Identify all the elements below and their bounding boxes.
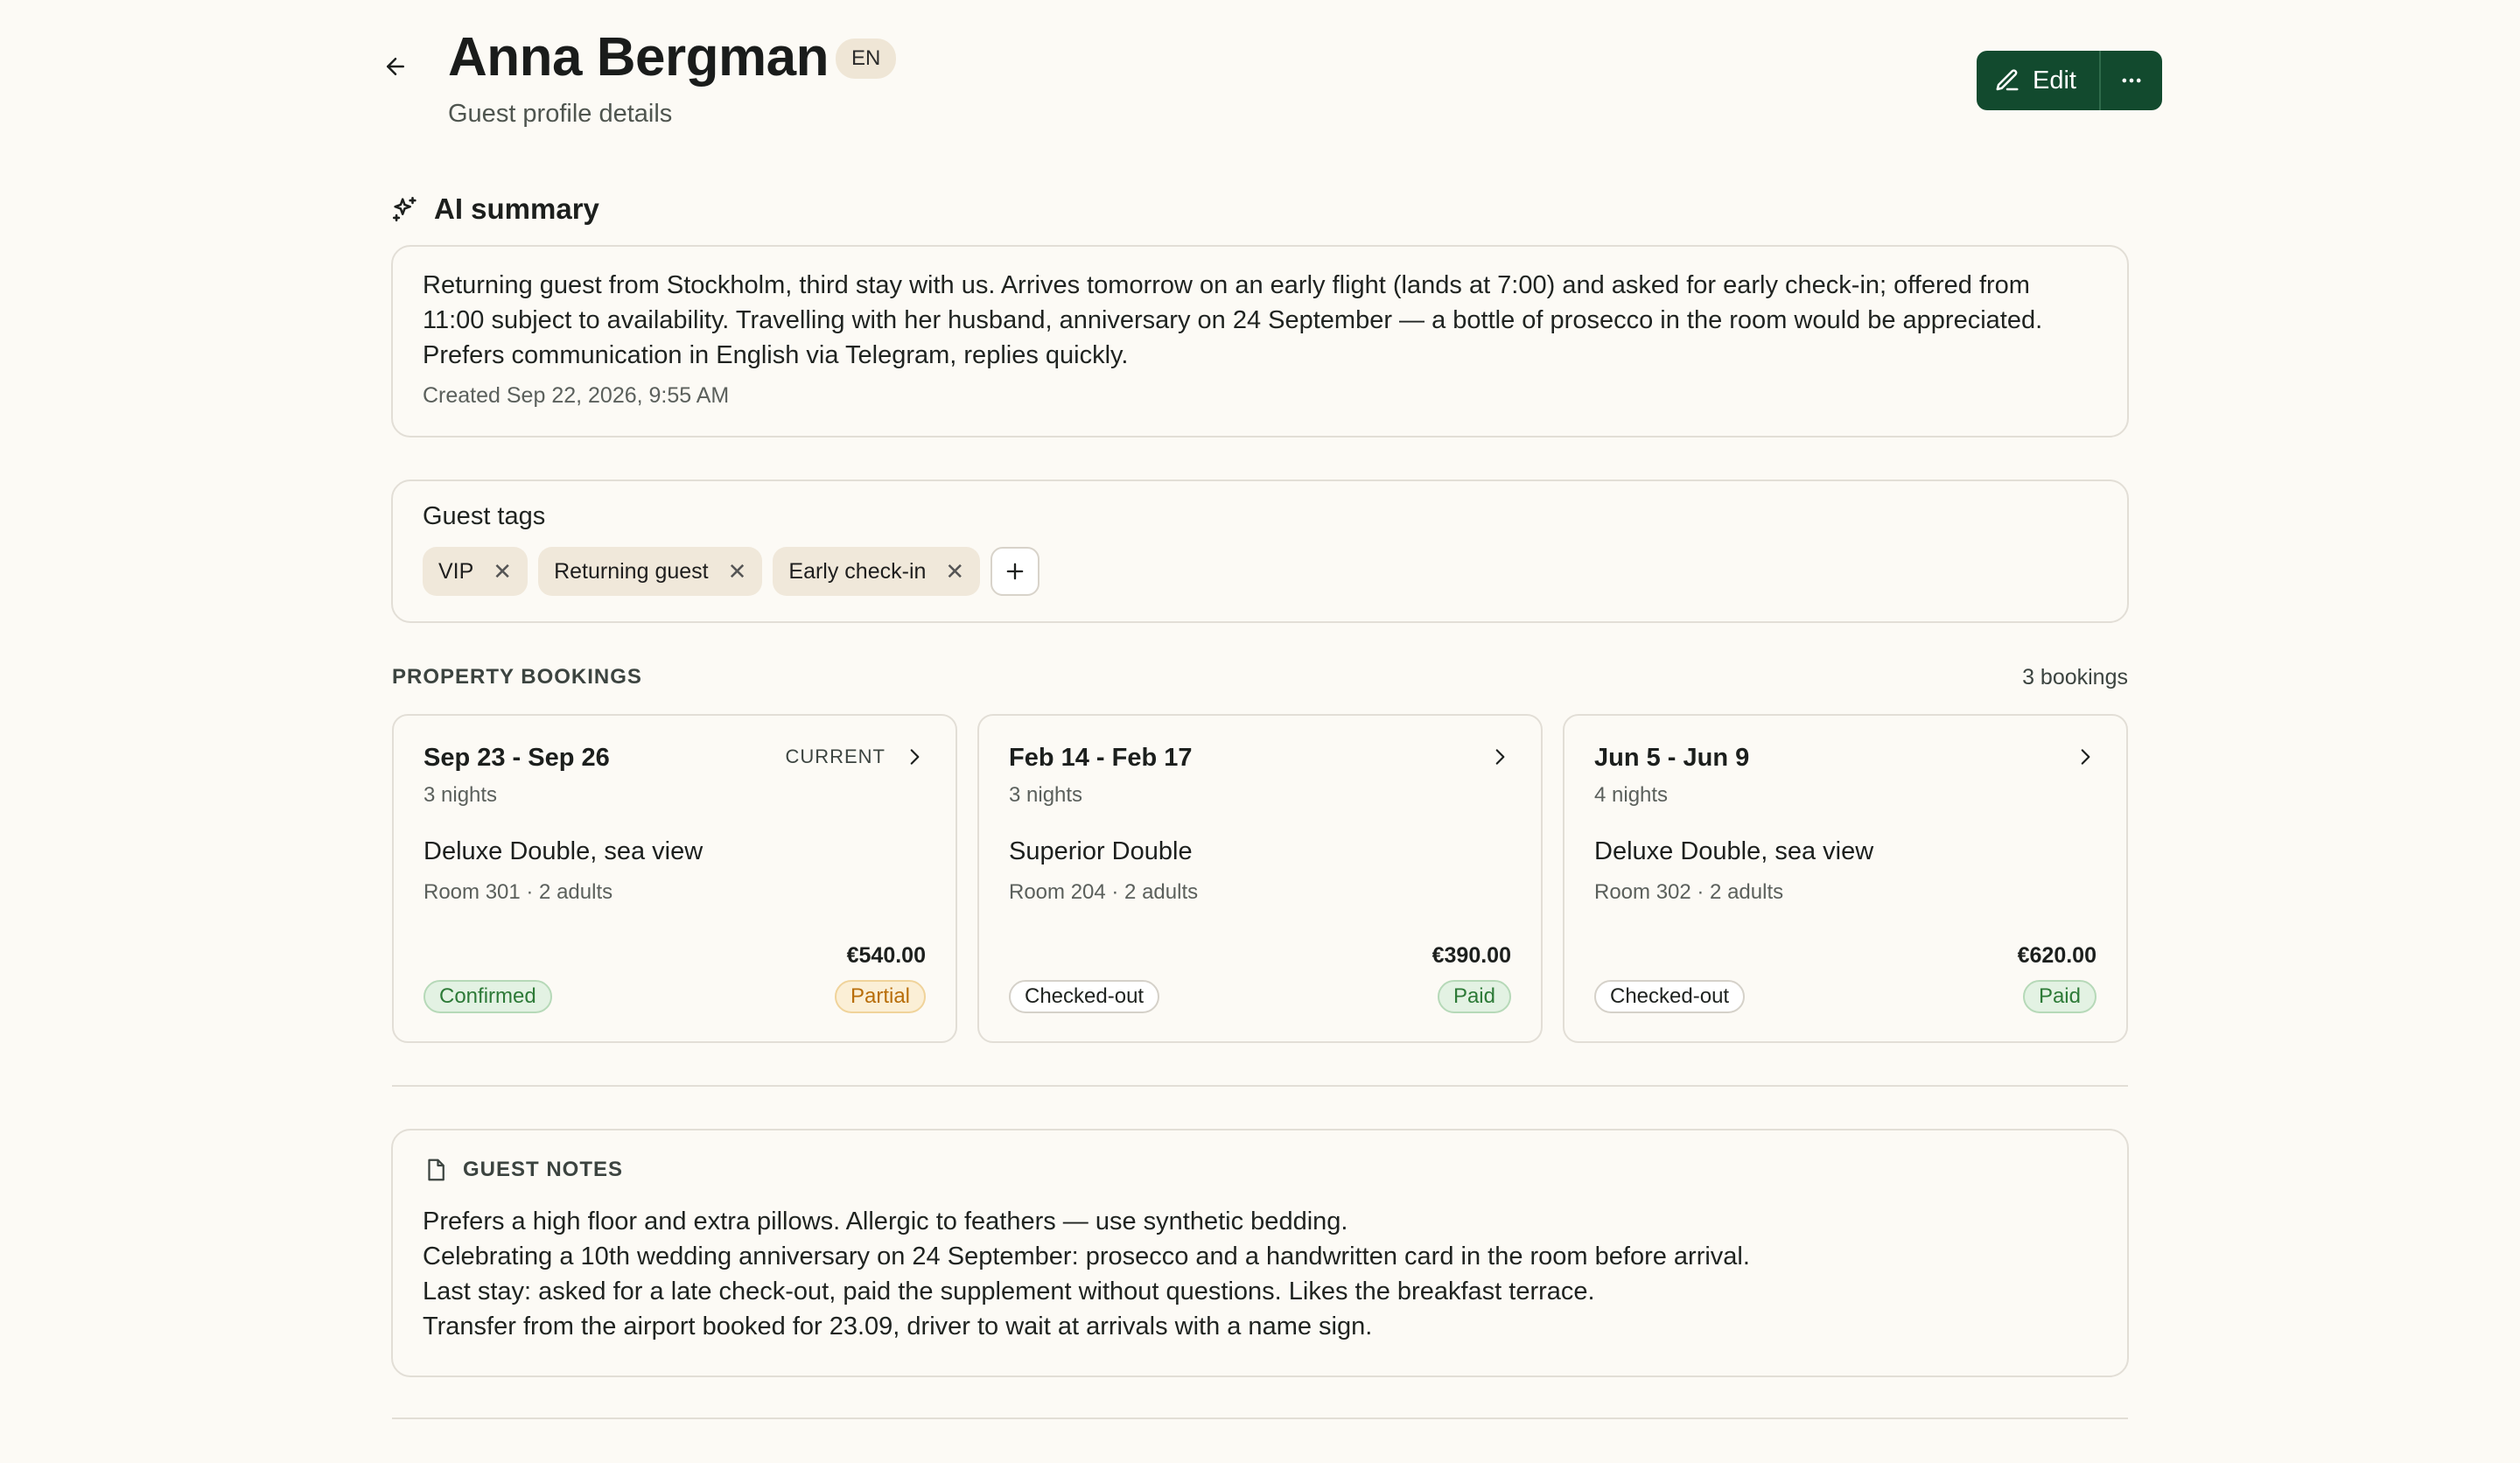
- note-line: Transfer from the airport booked for 23.…: [423, 1312, 1373, 1340]
- back-button[interactable]: [374, 46, 416, 88]
- bookings-section-label: PROPERTY BOOKINGS: [392, 665, 642, 689]
- ai-summary-title: AI summary: [434, 192, 599, 225]
- guest-tags-card: Guest tags VIP ✕ Returning guest ✕ Early…: [391, 480, 2129, 623]
- current-badge: CURRENT: [785, 746, 886, 767]
- section-divider: [392, 1085, 2128, 1087]
- arrow-left-icon: [387, 58, 404, 75]
- page-title: Anna Bergman: [448, 27, 829, 88]
- pencil-icon: [1996, 69, 2019, 91]
- ai-summary-text: Returning guest from Stockholm, third st…: [423, 271, 2043, 369]
- sparkles-icon: [392, 196, 416, 222]
- booking-top-right: [2074, 746, 2096, 768]
- booking-price: €620.00: [2017, 943, 2096, 968]
- edit-button-label: Edit: [2033, 66, 2076, 94]
- section-divider: [392, 1418, 2128, 1419]
- ai-summary-created: Created Sep 22, 2026, 9:55 AM: [423, 383, 730, 408]
- page-subtitle: Guest profile details: [448, 100, 673, 128]
- tag-label: VIP: [438, 558, 474, 584]
- booking-room-type: Deluxe Double, sea view: [1594, 837, 1874, 865]
- tag-chip: Early check-in ✕: [773, 547, 981, 596]
- tag-chip: Returning guest ✕: [538, 547, 763, 596]
- close-icon[interactable]: ✕: [945, 560, 964, 583]
- guest-notes-title: GUEST NOTES: [463, 1158, 624, 1181]
- payment-status-badge: Paid: [1437, 980, 1511, 1013]
- add-tag-button[interactable]: [990, 547, 1040, 596]
- edit-button[interactable]: Edit: [1977, 51, 2101, 110]
- tag-label: Early check-in: [788, 558, 927, 584]
- file-icon: [428, 1158, 444, 1181]
- tag-label: Returning guest: [554, 558, 709, 584]
- chevron-right-icon[interactable]: [903, 746, 926, 768]
- booking-card[interactable]: Feb 14 - Feb 17 3 nights Superior Double…: [977, 714, 1543, 1043]
- header-actions: Edit: [1977, 51, 2162, 110]
- close-icon[interactable]: ✕: [493, 560, 512, 583]
- payment-status-badge: Partial: [834, 980, 926, 1013]
- booking-status-badge: Checked-out: [1594, 980, 1746, 1013]
- tag-list: VIP ✕ Returning guest ✕ Early check-in ✕: [423, 547, 2097, 596]
- booking-nights: 3 nights: [1009, 783, 1083, 807]
- booking-price: €390.00: [1432, 943, 1511, 968]
- more-actions-button[interactable]: [2101, 51, 2162, 110]
- chevron-right-icon[interactable]: [2074, 746, 2096, 768]
- booking-status-badge: Confirmed: [424, 980, 552, 1013]
- more-horizontal-icon: [2122, 78, 2141, 83]
- booking-status-badge: Checked-out: [1009, 980, 1160, 1013]
- booking-room-detail: Room 302 · 2 adults: [1594, 880, 1784, 904]
- plus-icon: [1006, 563, 1024, 580]
- note-line: Last stay: asked for a late check-out, p…: [423, 1278, 1595, 1306]
- note-line: Celebrating a 10th wedding anniversary o…: [423, 1242, 1750, 1270]
- booking-top-right: [1488, 746, 1511, 768]
- booking-nights: 4 nights: [1594, 783, 1669, 807]
- language-badge: EN: [836, 38, 897, 79]
- booking-price: €540.00: [846, 943, 926, 968]
- ai-summary-card: Returning guest from Stockholm, third st…: [391, 245, 2129, 438]
- guest-tags-title: Guest tags: [423, 502, 546, 530]
- payment-status-badge: Paid: [2022, 980, 2096, 1013]
- guest-notes-heading: GUEST NOTES: [423, 1157, 2097, 1183]
- booking-nights: 3 nights: [424, 783, 498, 807]
- guest-notes-body: Prefers a high floor and extra pillows. …: [423, 1204, 2097, 1344]
- booking-room-type: Deluxe Double, sea view: [424, 837, 704, 865]
- note-line: Prefers a high floor and extra pillows. …: [423, 1208, 1348, 1236]
- guest-notes-card: GUEST NOTES Prefers a high floor and ext…: [391, 1129, 2129, 1377]
- booking-card[interactable]: Sep 23 - Sep 26 3 nights Deluxe Double, …: [392, 714, 957, 1043]
- booking-room-detail: Room 204 · 2 adults: [1009, 880, 1199, 904]
- ai-summary-heading: AI summary: [390, 192, 599, 226]
- booking-dates: Feb 14 - Feb 17: [1009, 744, 1193, 772]
- booking-room-detail: Room 301 · 2 adults: [424, 880, 613, 904]
- booking-card[interactable]: Jun 5 - Jun 9 4 nights Deluxe Double, se…: [1563, 714, 2128, 1043]
- chevron-right-icon[interactable]: [1488, 746, 1511, 768]
- bookings-count: 3 bookings: [2022, 665, 2128, 690]
- tag-chip: VIP ✕: [423, 547, 528, 596]
- booking-room-type: Superior Double: [1009, 837, 1193, 865]
- guest-profile-page: Anna Bergman EN Guest profile details Ed…: [0, 0, 2520, 1463]
- close-icon[interactable]: ✕: [728, 560, 747, 583]
- booking-dates: Jun 5 - Jun 9: [1594, 744, 1750, 772]
- booking-top-right: CURRENT: [785, 746, 926, 768]
